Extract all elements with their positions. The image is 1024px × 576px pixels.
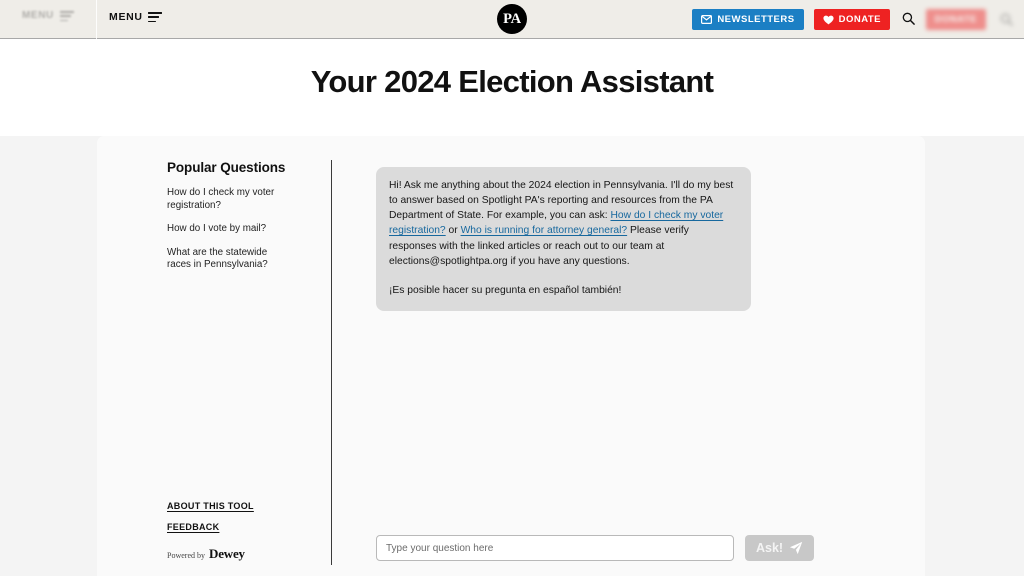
spotlight-pa-logo[interactable]: PA [497,4,527,34]
ask-button-label: Ask! [756,541,784,555]
inline-link-attorney-general[interactable]: Who is running for attorney general? [461,225,628,236]
sidebar: Popular Questions How do I check my vote… [97,136,332,576]
header-ghost-divider [96,0,97,39]
search-icon [902,12,915,28]
menu-label: MENU [109,11,143,23]
newsletters-button[interactable]: NEWSLETTERS [692,9,804,30]
paper-plane-icon [789,541,803,555]
message-between: or [445,225,461,237]
menu-button[interactable]: MENU [109,12,162,23]
hamburger-icon [147,12,162,23]
assistant-message-spanish: ¡Es posible hacer su pregunta en español… [389,284,622,296]
ghost-menu-label: MENU [22,10,54,22]
sidebar-footer: ABOUT THIS TOOL FEEDBACK Powered by Dewe… [167,501,254,562]
page-title: Your 2024 Election Assistant [310,64,714,99]
ghost-menu-button: MENU [22,10,74,22]
powered-by-label: Powered by [167,551,205,560]
ask-button[interactable]: Ask! [745,535,815,561]
envelope-icon [701,15,713,24]
popular-question-item[interactable]: What are the statewide races in Pennsylv… [167,247,285,272]
popular-questions-list: How do I check my voter registration? Ho… [167,187,332,272]
chat-area: Hi! Ask me anything about the 2024 elect… [332,136,925,576]
feedback-link[interactable]: FEEDBACK [167,522,254,532]
header-actions: NEWSLETTERS DONATE [692,9,916,30]
powered-by: Powered by Dewey [167,546,254,562]
question-input[interactable] [376,535,734,561]
assistant-message-text: Hi! Ask me anything about the 2024 elect… [389,178,738,269]
assistant-message-bubble: Hi! Ask me anything about the 2024 elect… [376,167,751,311]
ghost-header-actions: DONATE [925,9,1014,30]
donate-button[interactable]: DONATE [813,9,890,30]
ghost-donate-label: DONATE [934,14,977,25]
newsletters-label: NEWSLETTERS [717,14,795,25]
popular-questions-heading: Popular Questions [167,160,286,175]
assistant-panel: Popular Questions How do I check my vote… [97,136,925,576]
site-header: MENU MENU PA NEWSLETTERS DONATE DONATE [0,0,1024,39]
donate-label: DONATE [838,14,881,25]
assistant-outer-frame: Popular Questions How do I check my vote… [0,136,1024,576]
ghost-donate-button: DONATE [925,9,986,30]
heart-icon [822,15,834,25]
composer: Ask! [376,535,815,561]
logo-text: PA [503,10,521,27]
popular-question-item[interactable]: How do I check my voter registration? [167,187,285,212]
about-this-tool-link[interactable]: ABOUT THIS TOOL [167,501,254,511]
ghost-search-icon [998,12,1014,28]
ghost-hamburger-icon [59,11,74,22]
popular-question-item[interactable]: How do I vote by mail? [167,223,285,236]
dewey-brand: Dewey [209,546,245,561]
search-button[interactable] [900,12,916,28]
